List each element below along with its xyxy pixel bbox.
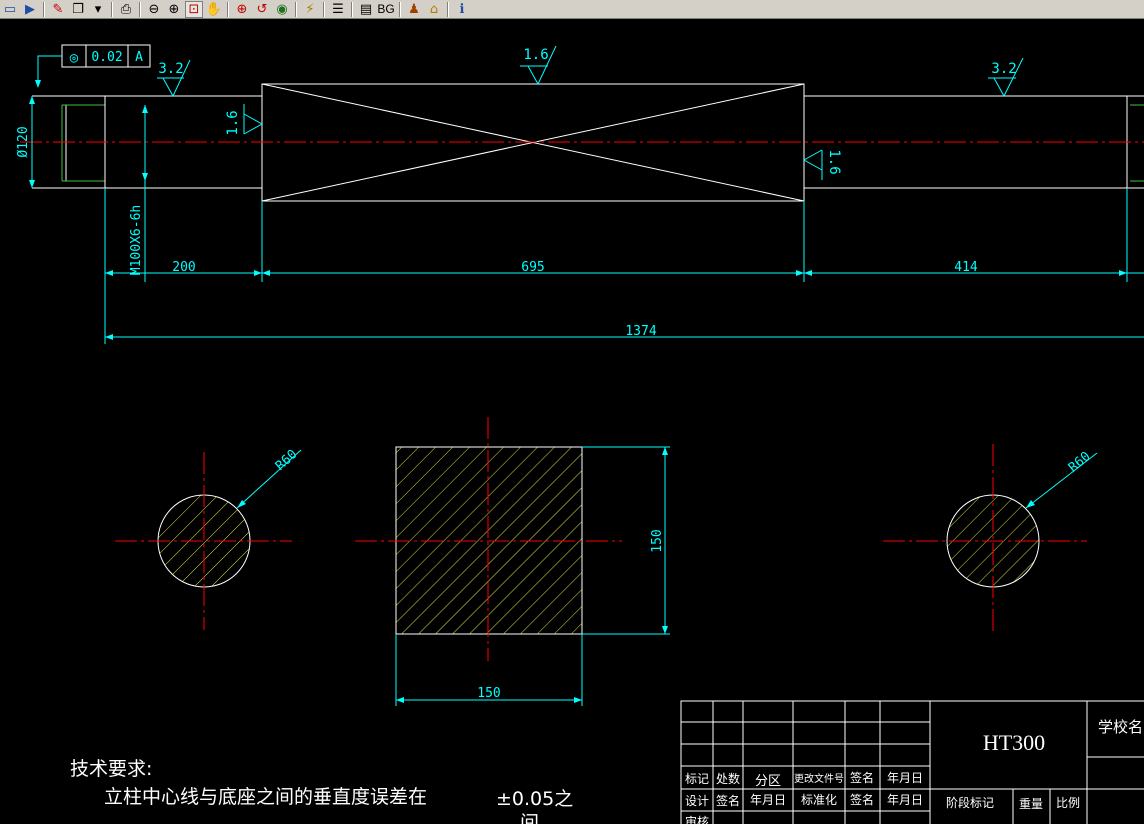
notes-line-1-continued: 间 [520, 812, 539, 824]
cad-toolbar: ▭ ▶ ✎ ❐ ▾ ⎙ ⊖ ⊕ ⊡ ✋ ⊕ ↺ ◉ ⚡ ☰ ▤ BG ♟ ⌂ ℹ [0, 0, 1144, 19]
stage-label: 阶段标记 [946, 795, 994, 810]
cad-drawing-canvas[interactable]: ◎ 0.02 A 3.2 1.6 1.6 1.6 3.2 Ø120 M100X6… [0, 19, 1144, 824]
svg-text:1.6: 1.6 [523, 47, 548, 63]
zoom-all-icon[interactable]: ⊕ [233, 1, 251, 18]
svg-text:设计: 设计 [685, 794, 709, 808]
toolbar-separator [323, 1, 325, 17]
technical-notes: 技术要求: 立柱中心线与底座之间的垂直度误差在 ±0.05之 间 [70, 758, 573, 824]
dim-diameter: Ø120 [16, 126, 31, 157]
zoom-window-icon[interactable]: ⊡ [185, 0, 203, 18]
toolbar-separator [351, 1, 353, 17]
export-icon[interactable]: ▶ [21, 1, 39, 18]
school-label: 学校名 [1098, 718, 1143, 736]
svg-text:1.6: 1.6 [826, 149, 842, 174]
dim-length-middle: 695 [521, 260, 544, 275]
home-icon[interactable]: ⌂ [425, 1, 443, 18]
reviewer-label: 审核 [685, 814, 709, 824]
concentricity-symbol: ◎ [70, 50, 79, 66]
info-icon[interactable]: ℹ [453, 1, 471, 18]
svg-text:签名: 签名 [716, 793, 740, 808]
user-settings-icon[interactable]: ♟ [405, 1, 423, 18]
layers-icon[interactable]: ☰ [329, 1, 347, 18]
dim-radius-right: R60 [1066, 449, 1094, 476]
zoom-previous-icon[interactable]: ↺ [253, 1, 271, 18]
dropdown-arrow-icon[interactable]: ▾ [89, 1, 107, 18]
save-icon[interactable]: ▭ [1, 1, 19, 18]
svg-text:3.2: 3.2 [158, 61, 183, 77]
notes-line-1-tolerance: ±0.05之 [496, 788, 573, 810]
svg-text:处数: 处数 [716, 771, 740, 786]
section-left-circle: R60 [115, 447, 302, 630]
svg-text:标准化: 标准化 [801, 793, 837, 807]
roughness-symbol-left: 3.2 [157, 59, 191, 98]
svg-text:签名: 签名 [850, 792, 874, 807]
svg-text:签名: 签名 [850, 770, 874, 785]
svg-text:1.6: 1.6 [225, 110, 241, 135]
zoom-in-icon[interactable]: ⊕ [165, 1, 183, 18]
toolbar-separator [139, 1, 141, 17]
svg-text:更改文件号: 更改文件号 [794, 772, 844, 785]
material-label: HT300 [983, 730, 1045, 755]
tolerance-value: 0.02 [91, 50, 122, 65]
section-right-circle: R60 [883, 444, 1098, 632]
dim-length-left: 200 [172, 260, 195, 275]
section-center-square: 150 150 [355, 417, 670, 706]
print-icon[interactable]: ⎙ [117, 1, 135, 18]
measure-icon[interactable]: ⚡ [301, 1, 319, 18]
view-eye-icon[interactable]: ◉ [273, 1, 291, 18]
dim-length-total: 1374 [625, 324, 656, 339]
toolbar-separator [227, 1, 229, 17]
svg-text:3.2: 3.2 [991, 61, 1016, 77]
pen-icon[interactable]: ✎ [49, 1, 67, 18]
dim-thread: M100X6-6h [129, 205, 144, 275]
dimension-lines [29, 96, 1144, 344]
title-block-text: HT300 学校名 标记 处数 分区 更改文件号 签名 年月日 设计 签名 年月… [685, 718, 1143, 824]
dim-square-width: 150 [477, 686, 500, 701]
copy-icon[interactable]: ❐ [69, 1, 87, 18]
zoom-out-icon[interactable]: ⊖ [145, 1, 163, 18]
toolbar-separator [43, 1, 45, 17]
roughness-symbol-top: 1.6 [520, 45, 557, 86]
toolbar-separator [295, 1, 297, 17]
dim-square-height: 150 [650, 529, 665, 552]
toolbar-separator [111, 1, 113, 17]
tolerance-datum: A [135, 50, 143, 65]
scale-label: 比例 [1056, 796, 1080, 810]
dim-length-right: 414 [954, 260, 978, 275]
background-button[interactable]: BG [377, 1, 395, 18]
properties-icon[interactable]: ▤ [357, 1, 375, 18]
roughness-symbol-right: 3.2 [988, 57, 1024, 98]
svg-text:标记: 标记 [685, 772, 709, 786]
svg-text:年月日: 年月日 [887, 771, 923, 785]
dim-radius-left: R60 [273, 447, 300, 474]
toolbar-separator [447, 1, 449, 17]
svg-text:分区: 分区 [755, 774, 781, 789]
pan-hand-icon[interactable]: ✋ [205, 1, 223, 18]
roughness-symbol-right-shoulder: 1.6 [802, 149, 842, 180]
roughness-symbol-left-shoulder: 1.6 [225, 104, 264, 136]
notes-line-1: 立柱中心线与底座之间的垂直度误差在 [104, 786, 427, 808]
toolbar-separator [399, 1, 401, 17]
notes-heading: 技术要求: [70, 758, 152, 780]
svg-text:年月日: 年月日 [750, 793, 786, 807]
geometric-tolerance-frame: ◎ 0.02 A [35, 44, 151, 88]
svg-text:年月日: 年月日 [887, 793, 923, 807]
weight-label: 重量 [1019, 797, 1043, 811]
